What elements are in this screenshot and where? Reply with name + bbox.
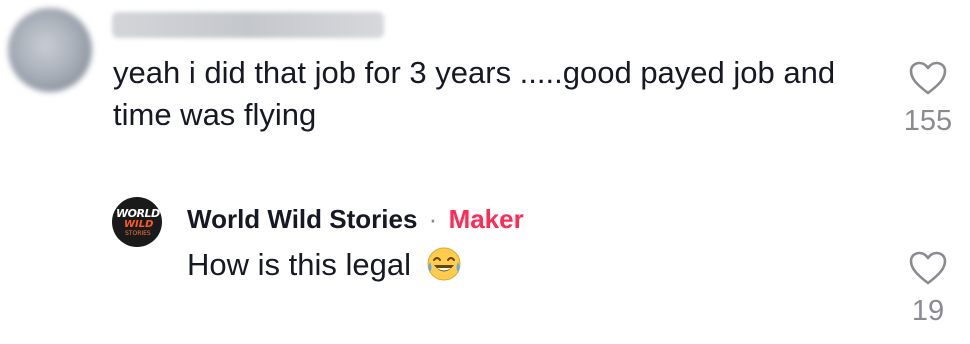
separator-dot: ·	[428, 204, 438, 234]
heart-outline-icon[interactable]	[908, 250, 948, 286]
reply-like-count: 19	[911, 295, 945, 327]
commenter-name-redacted	[112, 12, 384, 38]
maker-badge: Maker	[448, 204, 524, 234]
reply-header: World Wild Stories · Maker	[187, 203, 524, 235]
comment-like-count: 155	[903, 105, 953, 137]
comment-text: yeah i did that job for 3 years .....goo…	[113, 55, 836, 132]
reply-avatar[interactable]: WORLD WILD STORIES	[112, 197, 162, 247]
logo-text-wild: WILD	[124, 219, 154, 230]
reply-like-group[interactable]: 19	[893, 250, 963, 328]
comment-like-group[interactable]: 155	[893, 60, 963, 138]
reply-author-name[interactable]: World Wild Stories	[187, 204, 417, 234]
logo-text-stories: STORIES	[125, 230, 151, 237]
reply-text: How is this legal	[187, 247, 411, 282]
commenter-avatar[interactable]	[8, 8, 92, 92]
face-with-tears-of-joy-icon	[427, 247, 461, 281]
heart-outline-icon[interactable]	[908, 60, 948, 96]
reply-text-row: How is this legal	[187, 245, 462, 285]
